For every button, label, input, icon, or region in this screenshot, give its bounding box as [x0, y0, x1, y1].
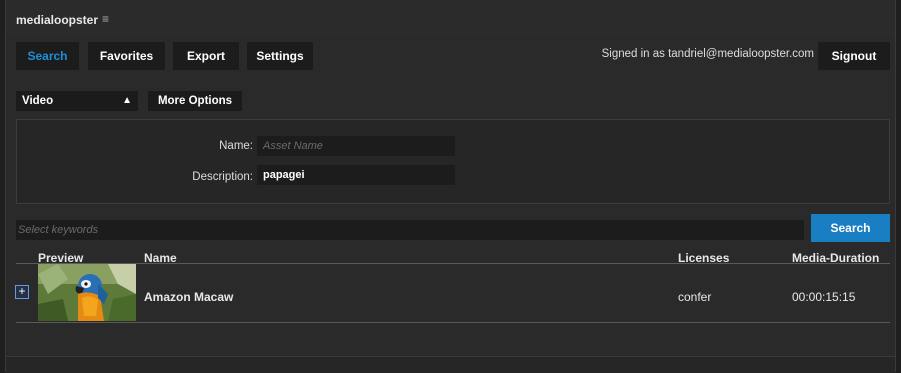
name-label: Name:: [219, 140, 253, 152]
select-arrows-icon: ▲: [122, 95, 132, 106]
signed-in-text: Signed in as tandriel@medialoopster.com: [601, 48, 814, 60]
name-field[interactable]: Asset Name: [257, 136, 455, 156]
hamburger-icon[interactable]: ≡: [102, 12, 109, 26]
plus-icon[interactable]: +: [15, 285, 29, 299]
row-licenses: confer: [678, 290, 712, 304]
description-field[interactable]: papagei: [257, 165, 455, 185]
tab-search[interactable]: Search: [16, 42, 79, 70]
media-type-value: Video: [22, 95, 54, 107]
signout-button[interactable]: Signout: [818, 42, 890, 70]
more-options-button[interactable]: More Options: [148, 91, 242, 111]
title-bar: medialoopster ≡: [6, 0, 895, 36]
app-title: medialoopster: [16, 13, 99, 27]
header-divider: [16, 263, 890, 264]
description-label: Description:: [192, 171, 253, 183]
media-type-select[interactable]: Video ▲: [16, 91, 138, 111]
row-duration: 00:00:15:15: [792, 290, 856, 304]
row-divider: [16, 322, 890, 323]
app-window: medialoopster ≡ Search Favorites Export …: [5, 0, 896, 373]
search-form-panel: Name: Asset Name Description: papagei: [16, 119, 890, 204]
parrot-image: [38, 264, 136, 321]
tab-export[interactable]: Export: [173, 42, 239, 70]
row-name: Amazon Macaw: [144, 290, 234, 304]
tab-favorites[interactable]: Favorites: [88, 42, 165, 70]
keywords-input[interactable]: Select keywords: [16, 220, 804, 240]
search-button[interactable]: Search: [811, 214, 890, 242]
tab-settings[interactable]: Settings: [247, 42, 313, 70]
footer-bar: [6, 356, 895, 373]
parrot-thumbnail[interactable]: [38, 264, 136, 321]
